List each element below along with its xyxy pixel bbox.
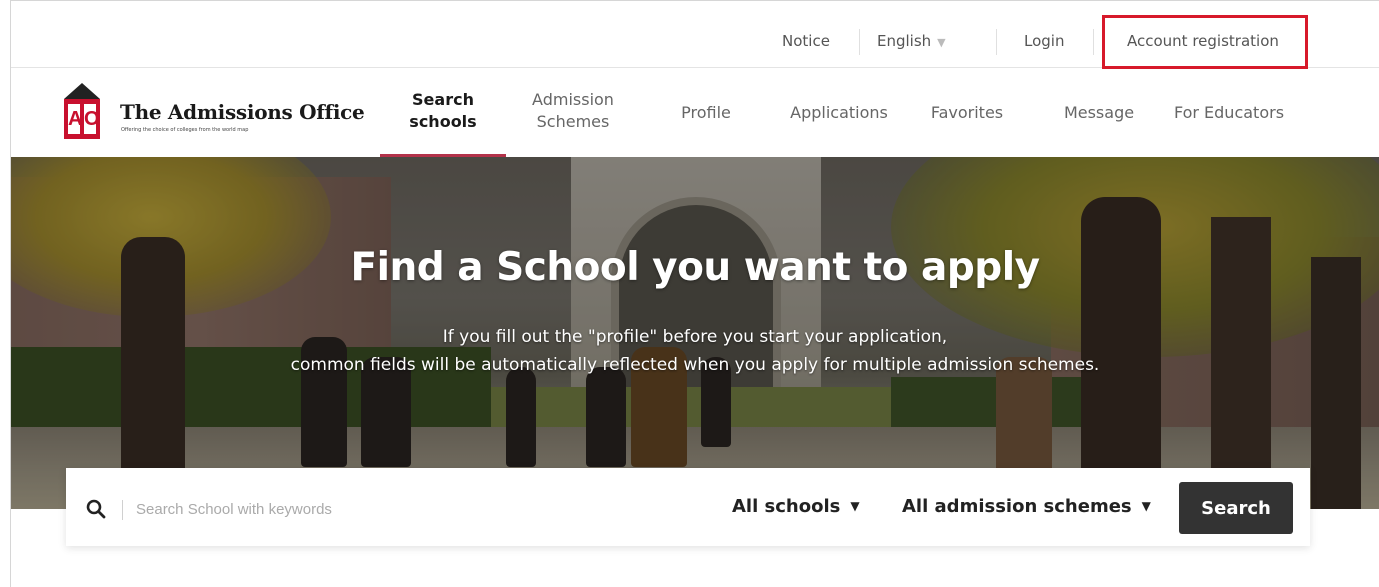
chevron-down-icon: ▼ [1141,499,1151,513]
account-registration-link[interactable]: Account registration [1127,32,1279,50]
logo-roof [64,83,100,99]
schools-dropdown[interactable]: All schools ▼ [732,496,860,517]
search-button[interactable]: Search [1179,482,1293,534]
divider [859,29,860,55]
logo-letter: A [68,104,82,134]
schools-dropdown-label: All schools [732,496,841,517]
notice-link[interactable]: Notice [782,32,830,50]
divider [1093,29,1094,55]
hero-subtitle: If you fill out the "profile" before you… [11,323,1379,379]
nav-label-line2: schools [409,112,477,131]
hero-title: Find a School you want to apply [350,245,1040,290]
search-icon[interactable] [86,499,106,519]
schemes-dropdown-label: All admission schemes [902,496,1132,517]
hero-subtitle-line1: If you fill out the "profile" before you… [442,327,948,347]
nav-favorites[interactable]: Favorites [919,102,1015,124]
language-label: English [877,32,932,50]
nav-label-line2: Schemes [536,112,610,131]
search-bar: All schools ▼ All admission schemes ▼ Sear… [66,468,1310,546]
login-link[interactable]: Login [1024,32,1064,50]
admission-schemes-dropdown[interactable]: All admission schemes ▼ [902,496,1151,517]
logo-letter: O [84,104,100,134]
utility-bar: Notice English ▼ Login Account registrati… [11,15,1379,69]
search-divider [122,500,123,520]
hero-banner: Find a School you want to apply If you f… [11,157,1379,509]
chevron-down-icon: ▼ [937,36,946,49]
search-input[interactable] [136,496,676,522]
chevron-down-icon: ▼ [850,499,860,513]
nav-profile[interactable]: Profile [666,102,746,124]
language-selector[interactable]: English ▼ [877,32,946,50]
nav-label-line1: Search [412,90,474,109]
nav-search-schools[interactable]: Search schools [390,89,496,133]
nav-label-line1: Admission [532,90,614,109]
nav-applications[interactable]: Applications [777,102,901,124]
hero-subtitle-line2: common fields will be automatically refl… [290,355,1100,375]
nav-for-educators[interactable]: For Educators [1159,102,1299,124]
divider [996,29,997,55]
brand-tagline: Offering the choice of colleges from the… [121,127,249,133]
logo-icon[interactable]: A O [64,83,100,141]
brand-name[interactable]: The Admissions Office [120,100,365,124]
nav-admission-schemes[interactable]: Admission Schemes [516,89,630,133]
main-nav: A O The Admissions Office Offering the c… [11,69,1379,157]
nav-message[interactable]: Message [1055,102,1143,124]
